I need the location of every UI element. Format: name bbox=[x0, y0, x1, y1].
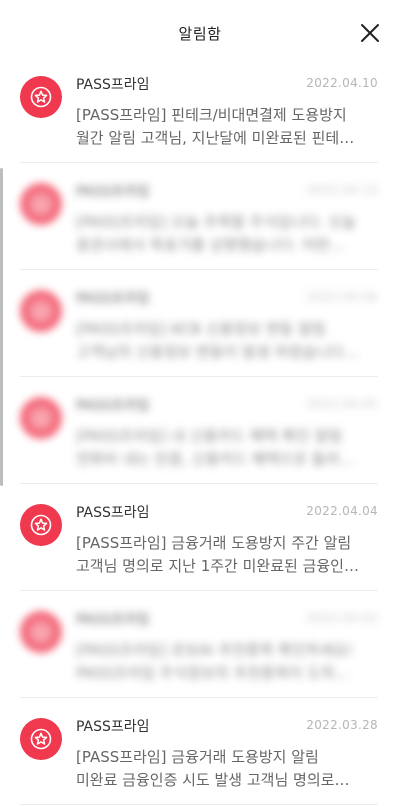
notification-list: PASS프라임 2022.04.10 [PASS프라임] 핀테크/비대면결제 도… bbox=[0, 56, 400, 805]
notification-line-2: 월간 알림 고객님, 지난달에 미완료된 핀테… bbox=[76, 129, 355, 147]
star-badge-icon bbox=[20, 183, 62, 225]
star-badge-icon bbox=[20, 718, 62, 760]
notification-body: [PASS프라임] 금융거래 도용방지 알림 미완료 금융인증 시도 발생 고객… bbox=[76, 746, 378, 792]
notification-line-1: [PASS프라임] 금융거래 도용방지 주간 알림 bbox=[76, 534, 352, 552]
notification-sender: PASS프라임 bbox=[76, 291, 150, 307]
notification-sender: PASS프라임 bbox=[76, 612, 150, 628]
notification-line-2: 고객님의 신용정보 변동이 발생 하였습니다… bbox=[76, 343, 359, 361]
star-badge-icon bbox=[20, 504, 62, 546]
notification-date: 2022.04.04 bbox=[306, 504, 378, 518]
notification-sender: PASS프라임 bbox=[76, 719, 150, 735]
notification-body: [PASS프라임] 금융거래 도용방지 주간 알림 고객님 명의로 지난 1주간… bbox=[76, 532, 378, 578]
notification-date: 2022.04.10 bbox=[306, 183, 378, 197]
notification-line-1: [PASS프라임] 금융거래 도용방지 알림 bbox=[76, 748, 319, 766]
notification-date: 2022.04.06 bbox=[306, 290, 378, 304]
notification-line-2: PASS프라임 주식정보의 추천종목이 도착… bbox=[76, 664, 350, 682]
notification-item[interactable]: PASS프라임 2022.04.06 [PASS프라임] KCB 신용정보 변동… bbox=[20, 270, 378, 377]
notification-line-2: 미완료 금융인증 시도 발생 고객님 명의로… bbox=[76, 771, 350, 789]
notification-item[interactable]: PASS프라임 2022.04.10 [PASS프라임] 오늘 추목할 주식입니… bbox=[20, 163, 378, 270]
notification-item[interactable]: PASS프라임 2022.04.05 [PASS프라임] 내 신용카드 혜택 확… bbox=[20, 377, 378, 484]
notification-line-1: [PASS프라임] 내 신용카드 혜택 확인 알림 bbox=[76, 427, 343, 445]
notification-date: 2022.03.28 bbox=[306, 718, 378, 732]
notification-item[interactable]: PASS프라임 2022.04.04 [PASS프라임] 금융거래 도용방지 주… bbox=[20, 484, 378, 591]
star-badge-icon bbox=[20, 397, 62, 439]
notification-body: [PASS프라임] 핀테크/비대면결제 도용방지 월간 알림 고객님, 지난달에… bbox=[76, 104, 378, 150]
star-badge-icon bbox=[20, 290, 62, 332]
page-title: 알림함 bbox=[178, 24, 222, 43]
notification-body: [PASS프라임] KCB 신용정보 변동 알림 고객님의 신용정보 변동이 발… bbox=[76, 318, 378, 364]
notification-item[interactable]: PASS프라임 2022.03.28 [PASS프라임] 금융거래 도용방지 알… bbox=[20, 698, 378, 805]
notification-date: 2022.04.10 bbox=[306, 76, 378, 90]
notification-line-1: [PASS프라임] KCB 신용정보 변동 알림 bbox=[76, 320, 326, 338]
notification-sender: PASS프라임 bbox=[76, 184, 150, 200]
notification-body: [PASS프라임] 내 신용카드 혜택 확인 알림 연회비 내는 만큼, 신용카… bbox=[76, 425, 378, 471]
notification-item[interactable]: PASS프라임 2022.04.10 [PASS프라임] 핀테크/비대면결제 도… bbox=[20, 56, 378, 163]
notification-body: [PASS프라임] 로보AI 추천종목 확인하세요! PASS프라임 주식정보의… bbox=[76, 639, 378, 685]
notification-line-1: [PASS프라임] 핀테크/비대면결제 도용방지 bbox=[76, 106, 347, 124]
notification-date: 2022.04.02 bbox=[306, 611, 378, 625]
notification-line-2: 연회비 내는 만큼, 신용카드 혜택으로 돌려… bbox=[76, 450, 355, 468]
notification-body: [PASS프라임] 오늘 추목할 주식입니다. 오늘 증권사에서 목표가를 상향… bbox=[76, 211, 378, 257]
notification-line-2: 증권사에서 목표가를 상향했습니다. 어떤… bbox=[76, 236, 345, 254]
notification-line-1: [PASS프라임] 로보AI 추천종목 확인하세요! bbox=[76, 641, 354, 659]
star-badge-icon bbox=[20, 611, 62, 653]
close-icon[interactable] bbox=[358, 21, 382, 45]
notification-sender: PASS프라임 bbox=[76, 398, 150, 414]
notification-line-1: [PASS프라임] 오늘 추목할 주식입니다. 오늘 bbox=[76, 213, 356, 231]
notification-line-2: 고객님 명의로 지난 1주간 미완료된 금융인… bbox=[76, 557, 359, 575]
notification-sender: PASS프라임 bbox=[76, 505, 150, 521]
notification-item[interactable]: PASS프라임 2022.04.02 [PASS프라임] 로보AI 추천종목 확… bbox=[20, 591, 378, 698]
star-badge-icon bbox=[20, 76, 62, 118]
notification-sender: PASS프라임 bbox=[76, 77, 150, 93]
notification-date: 2022.04.05 bbox=[306, 397, 378, 411]
